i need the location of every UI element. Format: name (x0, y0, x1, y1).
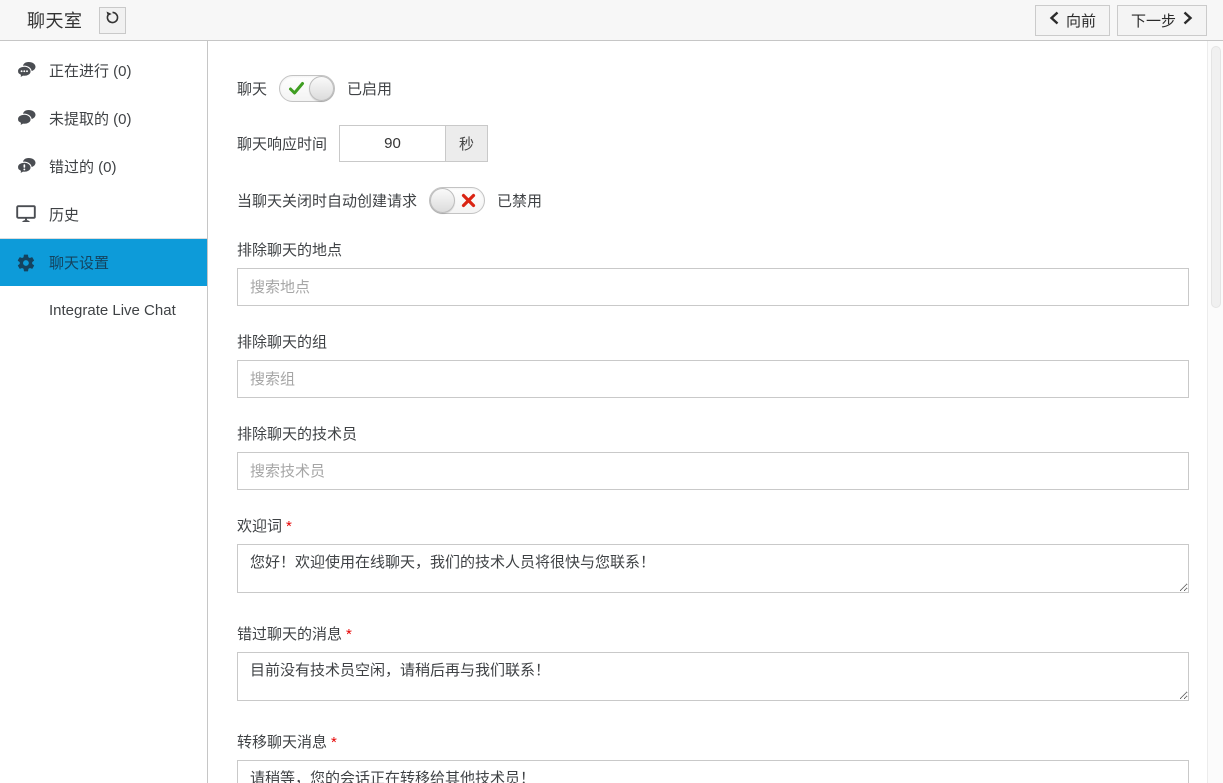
response-time-row: 聊天响应时间 秒 (237, 125, 1189, 162)
chat-toggle-state: 已启用 (347, 81, 393, 98)
sidebar-item-label: 未提取的 (0) (49, 110, 132, 128)
response-time-unit: 秒 (445, 125, 489, 162)
refresh-button[interactable] (98, 6, 126, 34)
missed-chat-message-label-text: 错过聊天的消息 (237, 626, 343, 643)
auto-create-toggle[interactable] (429, 187, 486, 214)
page-title: 聊天室 (27, 11, 83, 31)
welcome-message-textarea[interactable]: 您好！欢迎使用在线聊天，我们的技术人员将很快与您联系！ (237, 544, 1189, 593)
required-asterisk: * (331, 734, 337, 751)
refresh-icon (105, 10, 120, 30)
required-asterisk: * (346, 626, 352, 643)
missed-chat-message-label: 错过聊天的消息 * (237, 623, 1189, 644)
chat-toggle-row: 聊天 已启用 (237, 75, 1189, 102)
transfer-chat-message-textarea[interactable]: 请稍等，您的会话正在转移给其他技术员！ (237, 760, 1189, 783)
exclude-groups-label: 排除聊天的组 (237, 334, 328, 351)
cross-icon (461, 192, 476, 214)
welcome-message-label-text: 欢迎词 (237, 518, 283, 535)
required-asterisk: * (286, 518, 292, 535)
vertical-scrollbar (1207, 41, 1223, 783)
auto-create-label: 当聊天关闭时自动创建请求 (237, 193, 418, 210)
exclude-technicians-label: 排除聊天的技术员 (237, 426, 358, 443)
sidebar-item-label: 聊天设置 (49, 255, 110, 272)
header-bar: 聊天室 向前 下一步 (0, 0, 1223, 41)
exclude-technicians-search-input[interactable] (237, 452, 1189, 490)
auto-create-state: 已禁用 (497, 193, 543, 210)
chat-ongoing-icon (15, 60, 37, 80)
exclude-groups-group: 排除聊天的组 (237, 331, 1189, 398)
welcome-message-label: 欢迎词 * (237, 515, 1189, 536)
scrollbar-thumb[interactable] (1211, 46, 1221, 308)
gear-icon (15, 253, 37, 273)
sidebar-item-chat-settings[interactable]: 聊天设置 (0, 238, 207, 286)
chat-missed-icon (15, 156, 37, 176)
chat-unpicked-icon (15, 108, 37, 128)
sidebar-item-label: Integrate Live Chat (49, 301, 176, 319)
transfer-chat-message-label-text: 转移聊天消息 (237, 734, 328, 751)
back-button[interactable]: 向前 (1034, 4, 1110, 36)
sidebar-item-label: 错过的 (0) (49, 158, 117, 176)
transfer-chat-message-group: 转移聊天消息 * 请稍等，您的会话正在转移给其他技术员！ (237, 731, 1189, 783)
chevron-right-icon (1183, 11, 1193, 29)
sidebar-item-history[interactable]: 历史 (0, 190, 207, 238)
sidebar-item-label: 历史 (49, 206, 80, 224)
chat-settings-form: 聊天 已启用 聊天响应时间 秒 当聊天关闭时自动创建请求 已禁用 排除聊天的地点… (209, 41, 1207, 783)
sidebar-item-missed[interactable]: 错过的 (0) (0, 142, 207, 190)
response-time-input[interactable] (339, 125, 446, 162)
sidebar-item-unpicked[interactable]: 未提取的 (0) (0, 94, 207, 142)
sidebar-item-label: 正在进行 (0) (49, 62, 132, 80)
exclude-groups-search-input[interactable] (237, 360, 1189, 398)
chat-toggle-label: 聊天 (237, 81, 268, 98)
missed-chat-message-group: 错过聊天的消息 * 目前没有技术员空闲，请稍后再与我们联系！ (237, 623, 1189, 706)
exclude-sites-label: 排除聊天的地点 (237, 242, 343, 259)
response-time-label: 聊天响应时间 (237, 136, 328, 153)
exclude-sites-search-input[interactable] (237, 268, 1189, 306)
auto-create-row: 当聊天关闭时自动创建请求 已禁用 (237, 187, 1189, 214)
chat-enabled-toggle[interactable] (279, 75, 336, 102)
exclude-technicians-group: 排除聊天的技术员 (237, 423, 1189, 490)
exclude-sites-group: 排除聊天的地点 (237, 239, 1189, 306)
back-button-label: 向前 (1065, 12, 1096, 30)
next-button-label: 下一步 (1130, 12, 1176, 30)
sidebar: 正在进行 (0) 未提取的 (0) 错过的 (0) 历史 聊天设置 Integr… (0, 41, 208, 783)
toggle-knob (430, 188, 456, 213)
welcome-message-group: 欢迎词 * 您好！欢迎使用在线聊天，我们的技术人员将很快与您联系！ (237, 515, 1189, 598)
next-button[interactable]: 下一步 (1116, 4, 1207, 36)
toggle-knob (309, 76, 335, 101)
check-icon (288, 80, 305, 102)
history-monitor-icon (15, 204, 37, 224)
sidebar-item-integrate-live-chat[interactable]: Integrate Live Chat (0, 286, 207, 334)
transfer-chat-message-label: 转移聊天消息 * (237, 731, 1189, 752)
missed-chat-message-textarea[interactable]: 目前没有技术员空闲，请稍后再与我们联系！ (237, 652, 1189, 701)
sidebar-item-ongoing[interactable]: 正在进行 (0) (0, 46, 207, 94)
chevron-left-icon (1049, 11, 1059, 29)
